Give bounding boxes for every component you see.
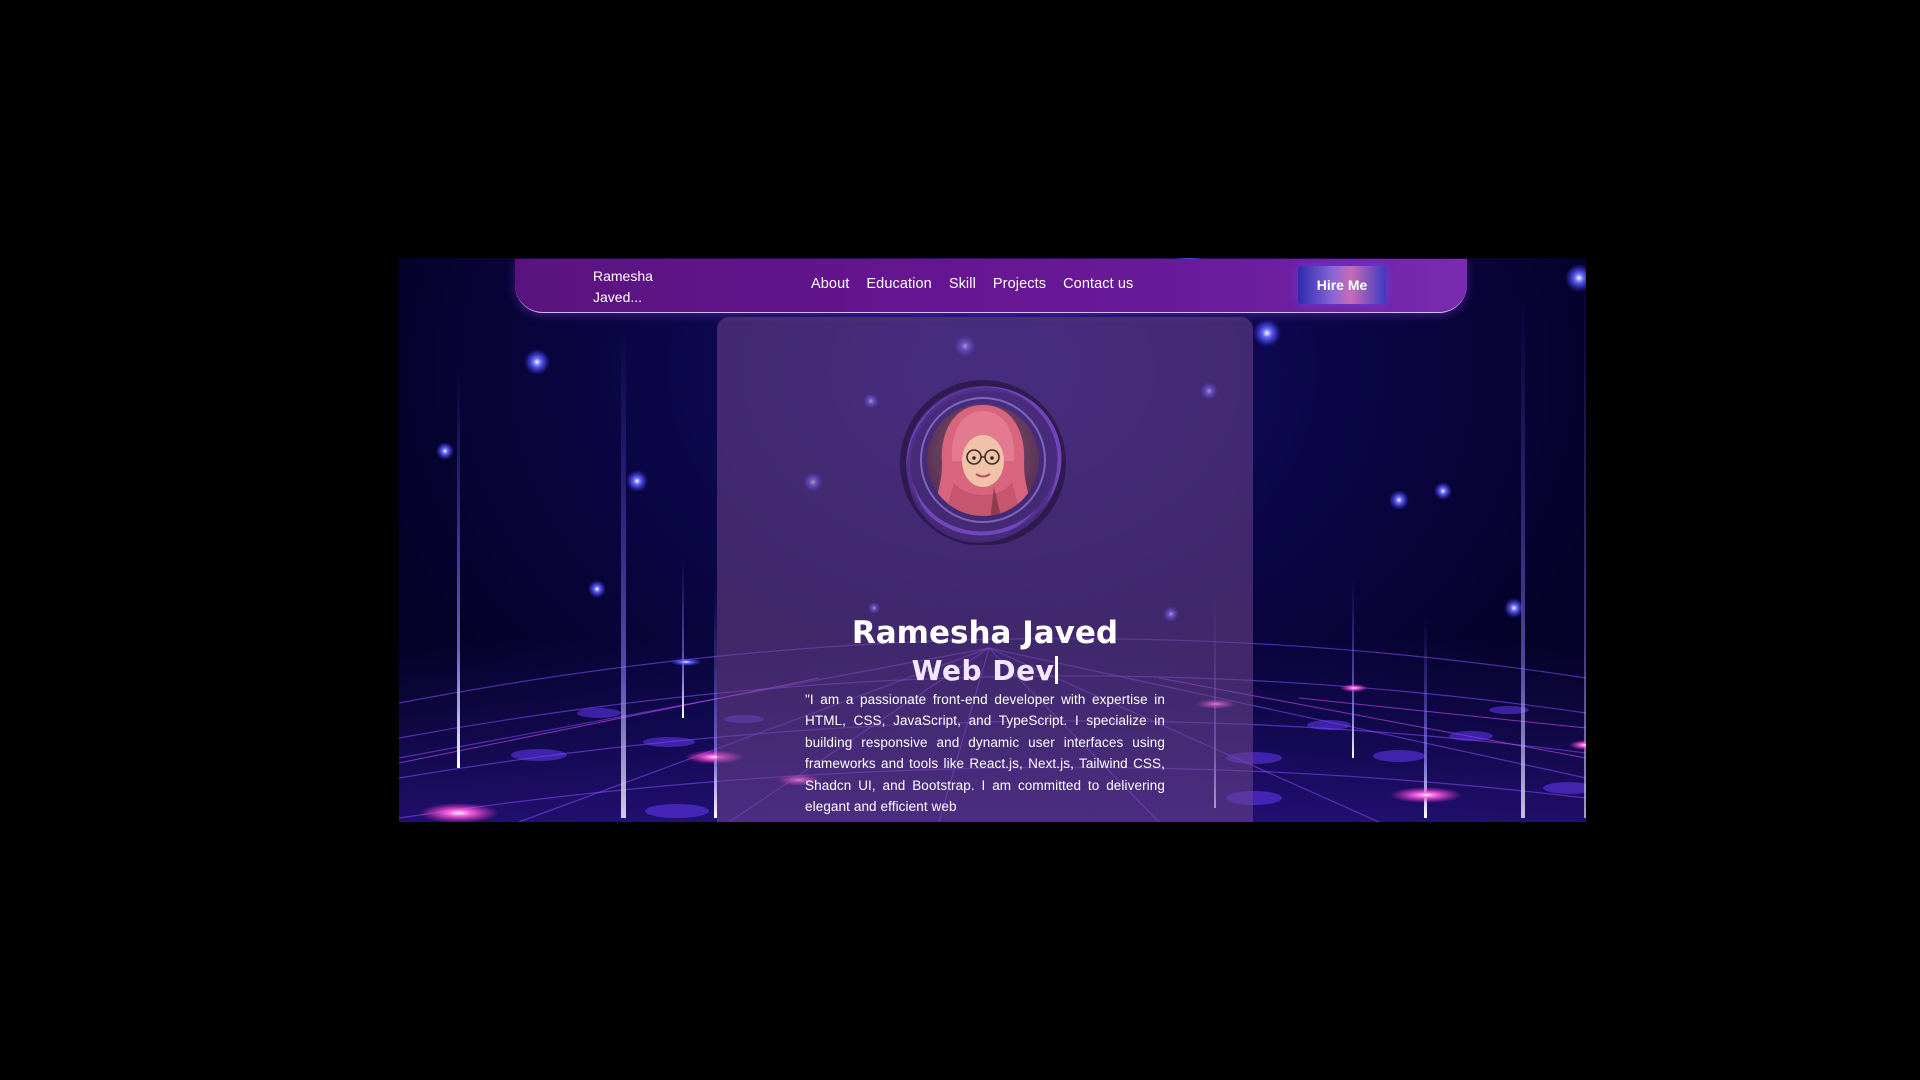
typing-cursor xyxy=(1055,656,1059,684)
typed-role-line: Web Dev xyxy=(717,654,1253,687)
profile-avatar xyxy=(900,380,1066,545)
nav-link-about[interactable]: About xyxy=(811,276,849,292)
top-navbar: Ramesha Javed... About Education Skill P… xyxy=(515,259,1467,313)
nav-link-skill[interactable]: Skill xyxy=(949,276,976,292)
hero-card: Ramesha Javed Web Dev "I am a passionate… xyxy=(717,317,1253,822)
brand-name[interactable]: Ramesha Javed... xyxy=(593,266,673,308)
nav-link-contact-us[interactable]: Contact us xyxy=(1063,276,1133,292)
hire-me-button[interactable]: Hire Me xyxy=(1298,266,1386,304)
hero-bio: "I am a passionate front-end developer w… xyxy=(805,692,1165,815)
nav-link-projects[interactable]: Projects xyxy=(993,276,1046,292)
nav-link-education[interactable]: Education xyxy=(866,276,931,292)
hero-name: Ramesha Javed xyxy=(851,615,1119,651)
nav-links: About Education Skill Projects Contact u… xyxy=(811,276,1133,292)
typed-role-text: Web Dev xyxy=(911,654,1055,687)
browser-viewport: Ramesha Javed... About Education Skill P… xyxy=(399,258,1586,822)
